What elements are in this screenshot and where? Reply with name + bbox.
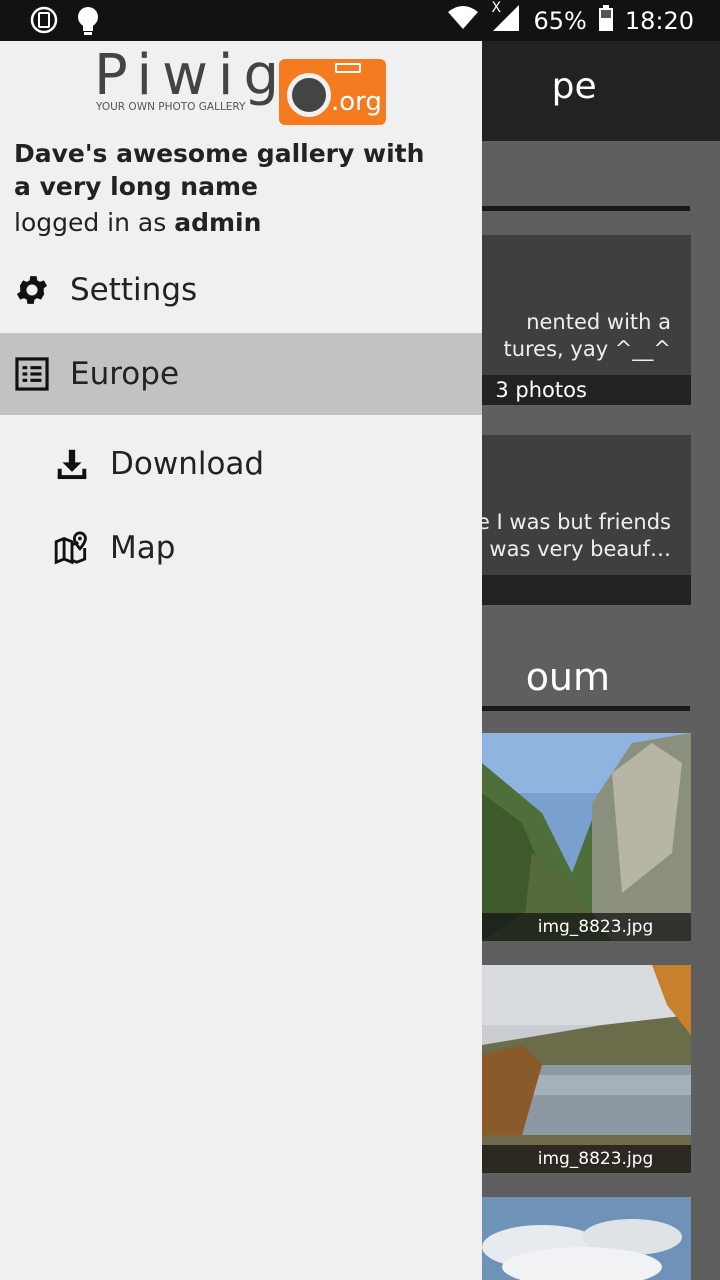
- clock: 18:20: [624, 6, 694, 35]
- album-list-icon: [12, 354, 52, 394]
- camera-flash-icon: [335, 63, 361, 73]
- drawer-item-label: Europe: [70, 356, 180, 392]
- cell-signal-icon: X: [491, 0, 521, 38]
- map-pin-icon: [52, 528, 92, 568]
- gear-icon: [12, 270, 52, 310]
- album-title: Europe: [551, 66, 597, 107]
- status-bar: X 65% 18:20: [0, 0, 720, 41]
- logo-tagline: YOUR OWN PHOTO GALLERY: [96, 101, 246, 113]
- album-card[interactable]: e I was but friends was very beauf…: [482, 435, 691, 605]
- gallery-name: Dave's awesome gallery with a very long …: [14, 139, 425, 201]
- logo-camera-badge: .org: [279, 59, 386, 125]
- photo-clouds-image: [482, 1197, 691, 1280]
- navigation-drawer: Piwig YOUR OWN PHOTO GALLERY .org Dave's…: [0, 41, 482, 1280]
- album-card-footer: [482, 575, 691, 605]
- drawer-item-label: Map: [110, 530, 176, 566]
- photo-thumbnail[interactable]: [482, 1197, 691, 1280]
- download-icon: [52, 444, 92, 484]
- photo-canyon-image: [482, 733, 691, 941]
- camera-lens-icon: [287, 73, 331, 117]
- album-card[interactable]: nented with a tures, yay ^__^ 13 photos: [482, 235, 691, 405]
- notification-app-icon: [30, 6, 58, 40]
- drawer-item-map[interactable]: Map: [0, 507, 482, 589]
- logo-wordmark: Piwig: [94, 43, 290, 108]
- photo-thumbnail[interactable]: img_8823.jpg: [482, 733, 691, 941]
- section-title: Alboum: [525, 655, 611, 699]
- drawer-item-label: Download: [110, 446, 265, 482]
- username: admin: [174, 208, 262, 237]
- photo-thumbnail[interactable]: img_8823.jpg: [482, 965, 691, 1173]
- login-status: logged in as admin: [14, 208, 261, 237]
- piwigo-logo: Piwig YOUR OWN PHOTO GALLERY .org: [94, 43, 394, 125]
- lightbulb-icon: [76, 6, 100, 40]
- network-indicator: X: [491, 0, 502, 16]
- photo-lake-image: [482, 965, 691, 1173]
- section-divider: [482, 706, 690, 711]
- wifi-icon: [447, 5, 479, 36]
- album-card-description-1: e I was but friends: [482, 510, 671, 534]
- logo-suffix: .org: [331, 87, 382, 117]
- drawer-item-download[interactable]: Download: [0, 423, 482, 505]
- battery-percent: 65%: [533, 6, 587, 35]
- drawer-item-label: Settings: [70, 272, 198, 308]
- photo-caption: img_8823.jpg: [482, 1145, 691, 1173]
- album-card-description-2: was very beauf…: [489, 537, 671, 561]
- album-card-description-2: tures, yay ^__^: [503, 337, 671, 361]
- drawer-item-europe[interactable]: Europe: [0, 333, 482, 415]
- album-card-description-1: nented with a: [526, 310, 671, 334]
- section-divider: [482, 206, 690, 211]
- photo-caption: img_8823.jpg: [482, 913, 691, 941]
- drawer-item-settings[interactable]: Settings: [0, 249, 482, 331]
- album-card-photo-count: 13 photos: [482, 375, 691, 405]
- login-prefix: logged in as: [14, 208, 167, 237]
- battery-icon: [598, 4, 613, 37]
